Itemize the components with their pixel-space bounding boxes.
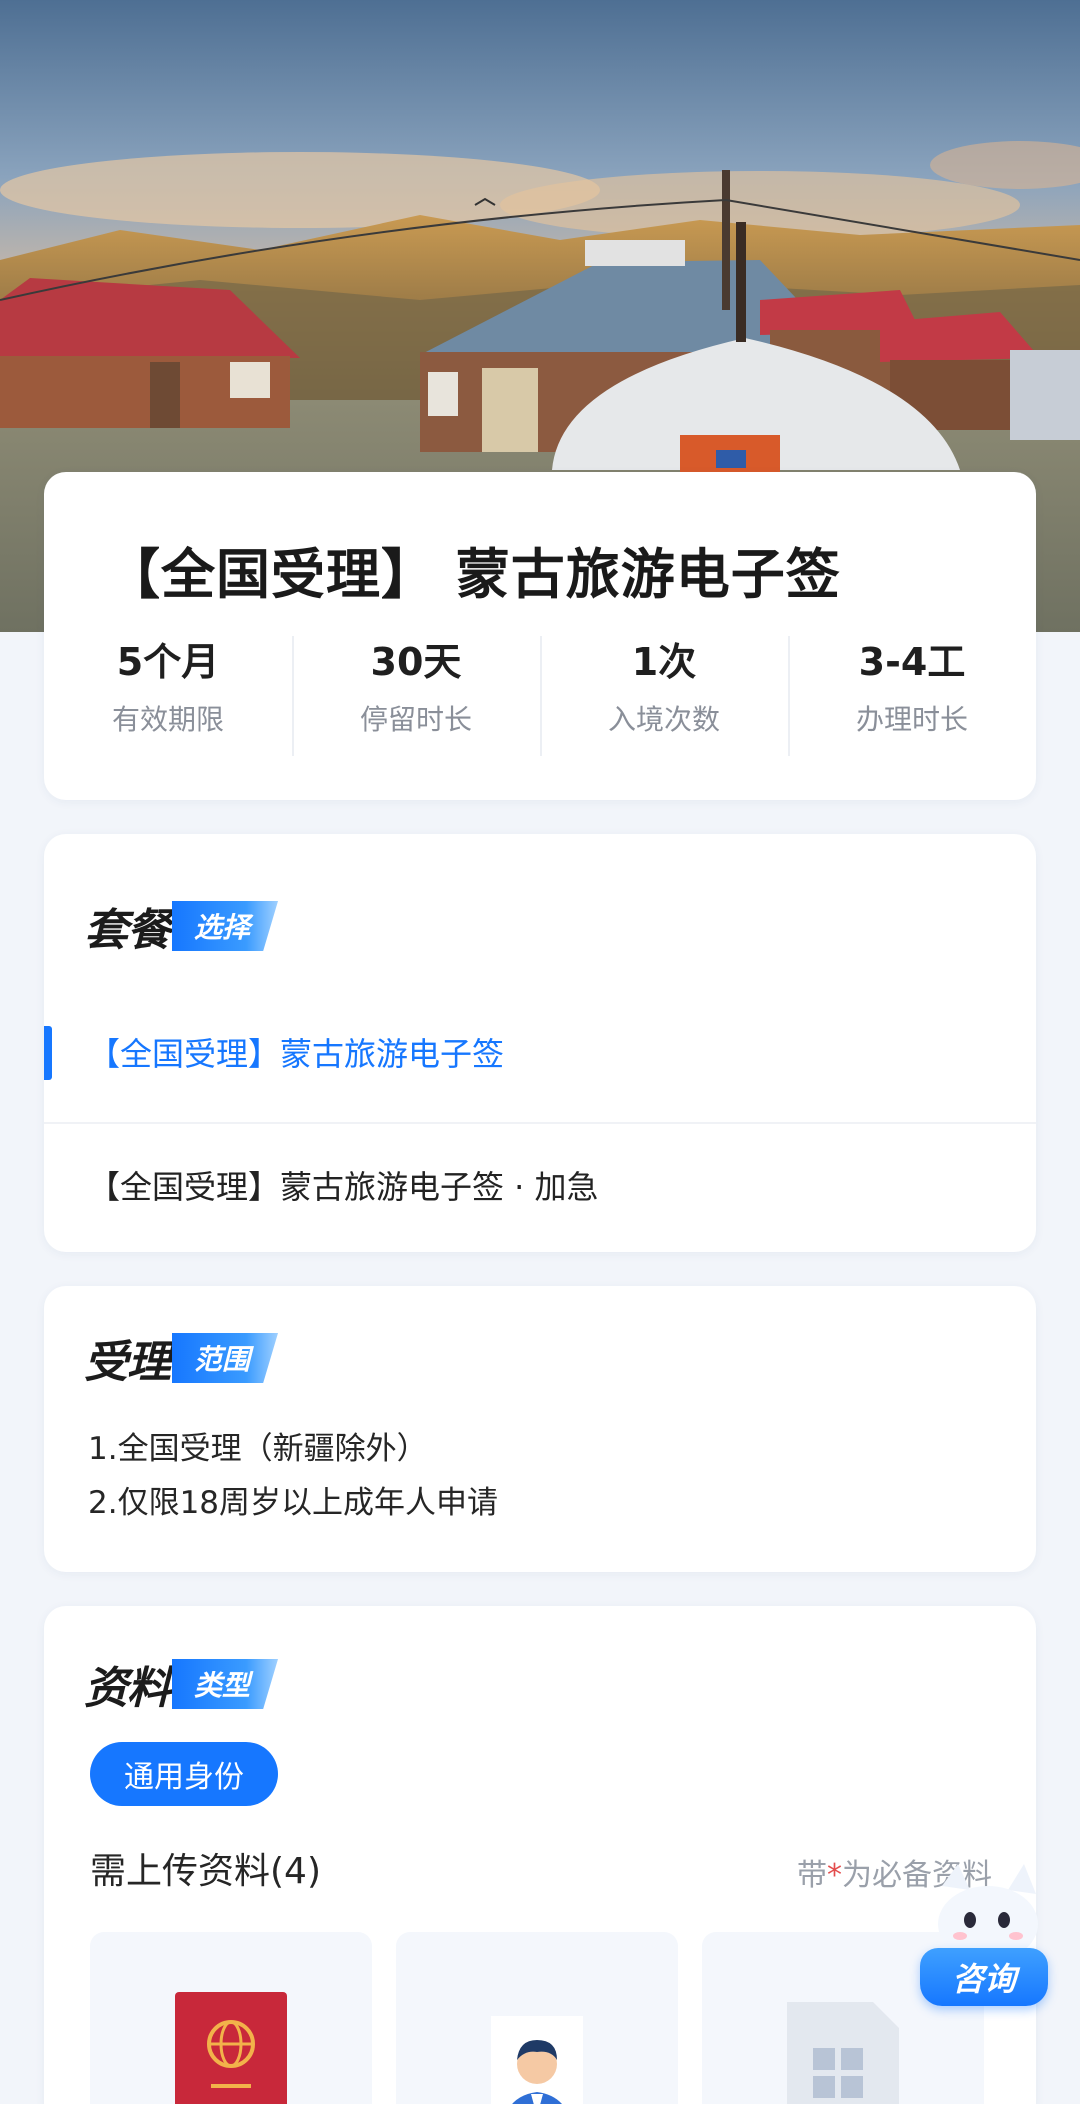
package-option-standard[interactable]: 【全国受理】蒙古旅游电子签: [44, 990, 1036, 1114]
package-option-label: 【全国受理】蒙古旅游电子签: [88, 1035, 505, 1073]
section-tag: 类型: [172, 1659, 279, 1709]
package-heading: 套餐 选择: [84, 894, 279, 958]
package-option-express[interactable]: 【全国受理】蒙古旅游电子签 · 加急: [44, 1122, 1036, 1246]
section-title: 资料: [84, 1663, 171, 1714]
section-title: 套餐: [84, 905, 171, 956]
stat-validity: 5个月 有效期限: [44, 634, 292, 758]
visa-stats: 5个月 有效期限 30天 停留时长 1次 入境次数 3-4工 办理时长: [44, 634, 1036, 758]
stat-label: 有效期限: [111, 703, 224, 736]
stat-label: 停留时长: [359, 703, 472, 736]
stat-value: 30天: [370, 640, 462, 684]
material-tile-photo[interactable]: [396, 1932, 678, 2104]
stat-value: 5个月: [116, 640, 220, 684]
stat-label: 办理时长: [855, 703, 968, 736]
consult-float-button[interactable]: 咨询: [912, 1864, 1054, 2024]
required-materials-title: 需上传资料(4): [90, 1851, 321, 1892]
scope-line: 2.仅限18周岁以上成年人申请: [88, 1485, 499, 1521]
section-tag: 选择: [172, 901, 279, 951]
materials-heading: 资料 类型: [84, 1652, 279, 1716]
identity-type-pill[interactable]: 通用身份: [90, 1742, 278, 1806]
section-title: 受理: [84, 1337, 171, 1388]
mascot-icon: [938, 1864, 1038, 1960]
selected-indicator: [44, 1026, 52, 1080]
note-prefix: 带: [797, 1858, 827, 1893]
document-icon: [787, 2002, 899, 2104]
id-photo-icon: [491, 2016, 583, 2104]
material-tile-passport[interactable]: [90, 1932, 372, 2104]
package-select-card: 套餐 选择 【全国受理】蒙古旅游电子签 【全国受理】蒙古旅游电子签 · 加急: [44, 834, 1036, 1252]
stat-value: 1次: [631, 640, 697, 684]
required-star: *: [827, 1858, 842, 1893]
materials-card: 资料 类型 通用身份 需上传资料(4) 带*为必备资料: [44, 1606, 1036, 2104]
scope-card: 受理 范围 1.全国受理（新疆除外） 2.仅限18周岁以上成年人申请: [44, 1286, 1036, 1572]
scope-heading: 受理 范围: [84, 1326, 279, 1390]
consult-label: 咨询: [920, 1948, 1048, 2006]
stat-value: 3-4工: [858, 640, 966, 684]
stat-entries: 1次 入境次数: [540, 634, 788, 758]
visa-summary-card: 【全国受理】 蒙古旅游电子签 5个月 有效期限 30天 停留时长 1次 入境次数…: [44, 472, 1036, 800]
passport-icon: [175, 1992, 287, 2104]
stat-label: 入境次数: [607, 703, 720, 736]
section-tag: 范围: [172, 1333, 279, 1383]
stat-stay: 30天 停留时长: [292, 634, 540, 758]
stat-processing: 3-4工 办理时长: [788, 634, 1036, 758]
product-title: 【全国受理】 蒙古旅游电子签: [106, 543, 841, 606]
scope-line: 1.全国受理（新疆除外）: [88, 1431, 428, 1467]
package-option-label: 【全国受理】蒙古旅游电子签 · 加急: [88, 1168, 599, 1206]
